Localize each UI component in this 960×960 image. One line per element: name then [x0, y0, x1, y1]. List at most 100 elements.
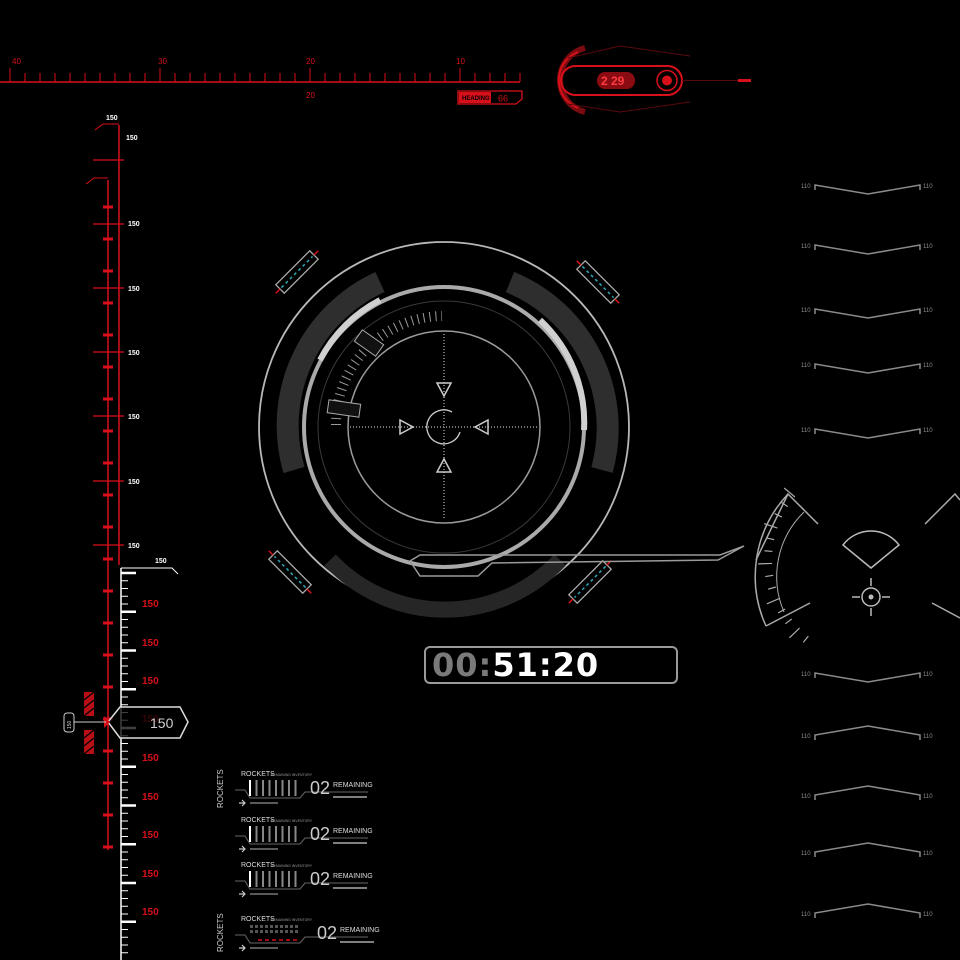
- weapon-group: ROCKETSREMAINING INVENTORY02 REMAINING: [235, 862, 373, 898]
- weapon-group-suffix: REMAINING: [333, 782, 373, 789]
- altitude-upper-label-2: 150: [128, 286, 140, 293]
- altitude-dash: [103, 397, 113, 401]
- weapon-group-count: 02: [317, 923, 337, 943]
- altitude-upper-label-3: 150: [128, 350, 140, 357]
- pitch-ladder-label-left: 110: [801, 734, 811, 740]
- altitude-tape: 150 150 150 150 150 150 150 150 150 150 …: [63, 115, 189, 960]
- weapon-group-subtitle: REMAINING INVENTORY: [271, 773, 313, 777]
- altitude-hatch: [83, 691, 95, 755]
- heading-sub-label: 20: [306, 91, 315, 100]
- altitude-upper-label-1: 150: [128, 221, 140, 228]
- altitude-dash: [103, 749, 113, 753]
- rocket-slot: [295, 925, 298, 928]
- weapon-group-subtitle: REMAINING INVENTORY: [271, 864, 313, 868]
- weapon-group: ROCKETSREMAINING INVENTORY02 REMAINING: [235, 916, 380, 952]
- altitude-dash: [103, 845, 113, 849]
- pitch-ladder-label-left: 110: [801, 244, 811, 250]
- rocket-slot: [290, 930, 293, 933]
- rocket-slot: [255, 925, 258, 928]
- altitude-lower-label-7: 150: [142, 869, 159, 880]
- weapon-group-subtitle: REMAINING INVENTORY: [271, 819, 313, 823]
- altitude-dash: [103, 589, 113, 593]
- weapon-group-count: 02: [310, 869, 330, 889]
- pitch-ladder-rung: [814, 842, 921, 857]
- altitude-dash: [103, 365, 113, 369]
- rocket-slot: [280, 930, 283, 933]
- reticle-corner-marker: [575, 259, 621, 305]
- altitude-upper-label-0: 150: [126, 135, 138, 142]
- weapon-group-suffix: REMAINING: [340, 927, 380, 934]
- timer-hours: 00:: [432, 646, 493, 684]
- status-pill: 2 29: [557, 45, 751, 115]
- rocket-slot: [290, 925, 293, 928]
- rocket-slot: [265, 930, 268, 933]
- altitude-top-label: 150: [106, 115, 118, 122]
- altitude-dash: [103, 237, 113, 241]
- altitude-dash: [103, 685, 113, 689]
- weapon-arrow-icon: [239, 890, 246, 898]
- altitude-dash: [103, 525, 113, 529]
- hud-canvas: 40 30 20 10 20 HEADING 66 2 29 150 150 1…: [0, 45, 960, 960]
- status-pill-value: 2 29: [601, 74, 625, 88]
- altitude-dash: [103, 781, 113, 785]
- pitch-ladder-label-right: 110: [923, 672, 933, 678]
- weapon-group: ROCKETSREMAINING INVENTORY02 REMAINING: [235, 771, 373, 807]
- pitch-ladder: 110 110 110 110 110 110 110 110 110 110 110 110 110 1…: [801, 184, 933, 918]
- reticle-corner-marker: [267, 549, 313, 595]
- pitch-ladder-rung: [814, 785, 921, 800]
- reticle-corner-marker: [274, 249, 320, 295]
- altitude-dash: [103, 621, 113, 625]
- rocket-slot: [260, 925, 263, 928]
- pitch-ladder-label-right: 110: [923, 184, 933, 190]
- pitch-ladder-label-right: 110: [923, 734, 933, 740]
- altitude-dash: [103, 493, 113, 497]
- pitch-ladder-rung: [814, 308, 921, 319]
- weapon-group-count: 02: [310, 824, 330, 844]
- dial-tick: [784, 618, 793, 625]
- pitch-ladder-rung: [814, 903, 921, 918]
- pitch-ladder-label-left: 110: [801, 794, 811, 800]
- altitude-dash: [103, 813, 113, 817]
- altitude-lower-label-6: 150: [142, 830, 159, 841]
- rocket-slot: [265, 925, 268, 928]
- pitch-ladder-rung: [814, 428, 921, 439]
- pitch-ladder-label-right: 110: [923, 308, 933, 314]
- altitude-lower-label-0: 150: [142, 599, 159, 610]
- altitude-upper-label-5: 150: [128, 479, 140, 486]
- heading-scale: 40 30 20 10 20 HEADING 66: [0, 57, 523, 105]
- pitch-ladder-rung: [814, 244, 921, 255]
- rocket-slot: [260, 930, 263, 933]
- altitude-dash: [103, 557, 113, 561]
- pitch-ladder-rung: [814, 672, 921, 683]
- rocket-slot: [285, 925, 288, 928]
- altitude-lower-label-2: 150: [142, 676, 159, 687]
- heading-label-40: 40: [12, 57, 21, 66]
- pitch-ladder-label-right: 110: [923, 794, 933, 800]
- weapons-side-label-0: ROCKETS: [216, 769, 225, 808]
- pitch-ladder-label-left: 110: [801, 912, 811, 918]
- pitch-ladder-label-left: 110: [801, 363, 811, 369]
- altitude-dash: [103, 269, 113, 273]
- mission-timer: 00: 51:20: [424, 646, 678, 684]
- rocket-slot: [275, 925, 278, 928]
- rocket-slot: [280, 925, 283, 928]
- altitude-lower-label-4: 150: [142, 753, 159, 764]
- altitude-dash: [103, 653, 113, 657]
- altitude-dash: [103, 205, 113, 209]
- pitch-ladder-label-right: 110: [923, 363, 933, 369]
- altitude-mid-label: 150: [155, 558, 167, 565]
- rocket-slot: [285, 930, 288, 933]
- central-reticle: [258, 241, 745, 618]
- timer-minutes-seconds: 51:20: [492, 646, 600, 684]
- pitch-ladder-label-left: 110: [801, 672, 811, 678]
- rocket-slot: [255, 930, 258, 933]
- weapon-arrow-icon: [239, 799, 246, 807]
- pitch-ladder-rung: [814, 184, 921, 195]
- altitude-pointer-value: 150: [150, 715, 174, 731]
- pitch-ladder-label-left: 110: [801, 851, 811, 857]
- pitch-ladder-label-left: 110: [801, 308, 811, 314]
- rocket-slot: [275, 930, 278, 933]
- altitude-lower-label-8: 150: [142, 907, 159, 918]
- pitch-ladder-label-right: 110: [923, 912, 933, 918]
- heading-tag-value: 66: [498, 94, 508, 104]
